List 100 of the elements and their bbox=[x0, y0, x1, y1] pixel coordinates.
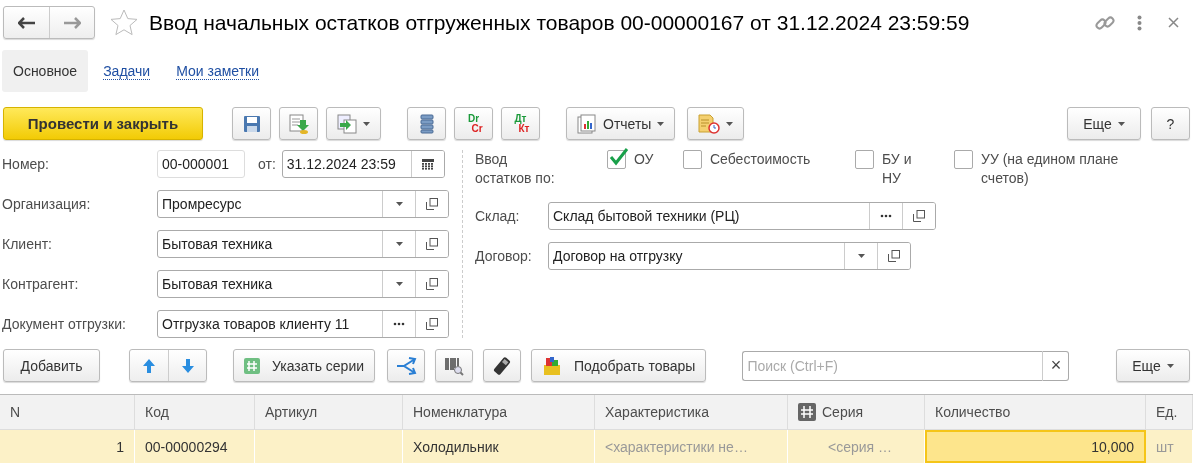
open-window-icon bbox=[426, 238, 438, 250]
table-toolbar-button[interactable] bbox=[483, 349, 522, 382]
window-title: Ввод начальных остатков отгруженных товаров 00-00000167 от 31.12.2024 23:59:59 bbox=[149, 10, 971, 35]
column-header[interactable]: Количество bbox=[925, 395, 1146, 430]
table-cell: 10,000 bbox=[925, 430, 1146, 463]
toolbar-button[interactable] bbox=[232, 107, 271, 140]
open-window-icon bbox=[426, 198, 438, 210]
clear-search-button[interactable]: × bbox=[1042, 350, 1070, 381]
caret-icon bbox=[395, 242, 403, 246]
date-field[interactable]: 31.12.2024 23:59 bbox=[281, 150, 445, 178]
debit-credit-icon: Дт Кт bbox=[511, 113, 530, 134]
calendar-button[interactable] bbox=[410, 151, 444, 177]
open-button[interactable] bbox=[415, 231, 448, 257]
dots-vertical-icon bbox=[1137, 14, 1142, 31]
caret-icon bbox=[1166, 363, 1174, 368]
table-cell: 1 bbox=[0, 430, 135, 463]
caret-icon bbox=[857, 254, 865, 258]
column-header[interactable]: Код bbox=[135, 395, 255, 430]
toolbar-menu-button[interactable]: Отчеты bbox=[566, 107, 676, 140]
select-field[interactable]: Бытовая техника bbox=[157, 270, 449, 298]
document-arrow-icon bbox=[288, 113, 309, 134]
choice-field[interactable]: Отгрузка товаров клиенту 11 bbox=[157, 310, 449, 338]
table-cell: <серия … bbox=[788, 430, 925, 463]
field-label: Документ отгрузки: bbox=[2, 316, 127, 332]
select-field[interactable]: Промресурс bbox=[157, 190, 449, 218]
select-field[interactable]: Бытовая техника bbox=[157, 230, 449, 258]
column-header[interactable]: Серия bbox=[788, 395, 925, 430]
open-button[interactable] bbox=[415, 271, 448, 297]
table-cell: шт bbox=[1146, 430, 1193, 463]
document-clock-icon bbox=[698, 113, 721, 134]
close-icon bbox=[1168, 17, 1179, 28]
open-button[interactable] bbox=[415, 191, 448, 217]
checkbox[interactable] bbox=[855, 150, 874, 169]
caret-icon bbox=[363, 121, 370, 126]
open-button[interactable] bbox=[902, 203, 935, 229]
column-header[interactable]: Ед. bbox=[1146, 395, 1193, 430]
toolbar-button[interactable]: Dr Cr bbox=[454, 107, 493, 140]
field-label: Контрагент: bbox=[2, 276, 80, 292]
caret-icon bbox=[726, 121, 734, 126]
table-toolbar-button[interactable]: Подобрать товары bbox=[531, 349, 707, 382]
stack-icon bbox=[419, 113, 434, 134]
caret-icon bbox=[1117, 121, 1125, 126]
caret-icon bbox=[395, 282, 403, 286]
search-field[interactable]: Поиск (Ctrl+F) bbox=[742, 350, 1043, 381]
checkbox[interactable] bbox=[607, 150, 626, 169]
open-button[interactable] bbox=[415, 311, 448, 337]
tab[interactable]: Основное bbox=[2, 50, 89, 92]
ellipsis-icon bbox=[393, 322, 405, 326]
column-header[interactable]: Номенклатура bbox=[403, 395, 595, 430]
choice-field[interactable]: Склад бытовой техники (РЦ) bbox=[548, 202, 936, 230]
arrow-down-icon bbox=[180, 357, 195, 374]
toolbar-menu-button[interactable] bbox=[687, 107, 745, 140]
toolbar-button[interactable] bbox=[279, 107, 318, 140]
report-chart-icon bbox=[577, 113, 597, 134]
field-label: Склад: bbox=[475, 208, 521, 224]
more-actions-button[interactable] bbox=[1137, 14, 1142, 31]
field-label: Договор: bbox=[475, 248, 533, 264]
open-button[interactable] bbox=[877, 243, 910, 269]
tab[interactable]: Задачи bbox=[92, 50, 162, 92]
calendar-icon bbox=[421, 158, 434, 170]
field-label: Организация: bbox=[2, 196, 92, 212]
open-window-icon bbox=[426, 278, 438, 290]
field-label: от: bbox=[258, 156, 276, 172]
checkbox[interactable] bbox=[954, 150, 973, 169]
open-window-icon bbox=[888, 250, 900, 262]
favorite-star-button[interactable] bbox=[109, 7, 139, 38]
number-field[interactable]: 00-000001 bbox=[157, 150, 245, 178]
table-toolbar-button[interactable]: Указать серии bbox=[233, 349, 376, 382]
open-window-icon bbox=[426, 318, 438, 330]
toolbar-menu-button[interactable] bbox=[326, 107, 381, 140]
close-button[interactable] bbox=[1168, 17, 1179, 28]
help-button[interactable]: ? bbox=[1151, 107, 1190, 140]
copy-documents-icon bbox=[337, 113, 357, 134]
add-button[interactable]: Добавить bbox=[3, 349, 100, 382]
field-label: Клиент: bbox=[2, 236, 53, 252]
caret-icon bbox=[395, 202, 403, 206]
more-menu-button[interactable]: Еще bbox=[1067, 107, 1141, 140]
tab[interactable]: Мои заметки bbox=[165, 50, 270, 92]
select-field[interactable]: Договор на отгрузку bbox=[548, 242, 911, 270]
more-menu-button[interactable]: Еще bbox=[1116, 349, 1190, 382]
open-window-icon bbox=[913, 210, 925, 222]
column-header[interactable]: Артикул bbox=[255, 395, 403, 430]
caret-icon bbox=[657, 121, 665, 126]
table-cell: 00-00000294 bbox=[135, 430, 255, 463]
column-header[interactable]: N bbox=[0, 395, 135, 430]
barcode-magnifier-icon bbox=[444, 355, 465, 376]
table-cell: <характеристики не… bbox=[595, 430, 788, 463]
checkbox[interactable] bbox=[683, 150, 702, 169]
hash-icon bbox=[798, 403, 816, 421]
checkbox-label: БУ и НУ bbox=[882, 150, 913, 188]
arrow-right-icon bbox=[63, 16, 81, 29]
arrow-up-icon bbox=[142, 357, 156, 374]
toolbar-button[interactable] bbox=[407, 107, 446, 140]
field-label: Номер: bbox=[2, 156, 50, 172]
fork-arrows-icon bbox=[395, 356, 418, 375]
toolbar-button[interactable]: Дт Кт bbox=[501, 107, 540, 140]
column-header[interactable]: Характеристика bbox=[595, 395, 788, 430]
star-icon bbox=[109, 7, 139, 38]
gift-boxes-icon bbox=[542, 355, 563, 376]
post-and-close-button[interactable]: Провести и закрыть bbox=[3, 107, 203, 140]
